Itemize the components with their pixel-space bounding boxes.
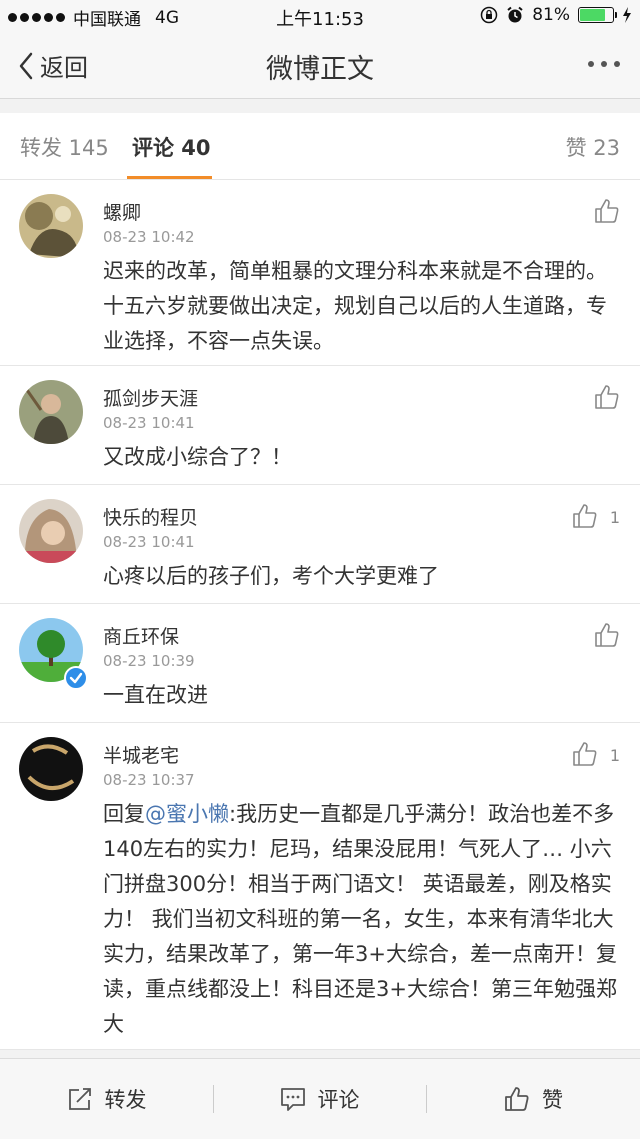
comment-time: 08-23 10:39 [103, 652, 195, 670]
tab-active-indicator [127, 176, 212, 179]
repost-button[interactable]: 转发 [0, 1059, 213, 1139]
avatar-image [19, 737, 83, 801]
comment-text: 迟来的改革，简单粗暴的文理分科本来就是不合理的。十五六岁就要做出决定，规划自己以… [103, 259, 607, 353]
comment-text: 又改成小综合了？！ [103, 445, 292, 469]
comment-author[interactable]: 螺卿 [103, 198, 141, 225]
comment-text: 一直在改进 [103, 683, 208, 707]
thumbs-up-icon[interactable] [594, 384, 620, 410]
tab-comment[interactable]: 评论 40 [132, 132, 211, 162]
comment-button[interactable]: 评论 [213, 1059, 426, 1139]
comment-item: 商丘环保 08-23 10:39 一直在改进 [0, 604, 640, 723]
avatar-image [19, 194, 83, 258]
comment-icon [280, 1088, 305, 1111]
comment-item: 螺卿 08-23 10:42 迟来的改革，简单粗暴的文理分科本来就是不合理的。十… [0, 180, 640, 366]
reply-prefix: 回复 [103, 802, 145, 826]
comment-item: 快乐的程贝 08-23 10:41 心疼以后的孩子们，考个大学更难了 1 [0, 485, 640, 604]
thumbs-up-icon [505, 1087, 529, 1111]
comment-time: 08-23 10:41 [103, 414, 195, 432]
like-label: 赞 [542, 1088, 563, 1112]
comment-time: 08-23 10:37 [103, 771, 195, 789]
reply-body: :我历史一直都是几乎满分！政治也差不多140左右的实力！尼玛，结果没屁用！气死人… [103, 802, 617, 1036]
repost-label: 转发 [104, 1088, 147, 1112]
nav-bar: 返回 微博正文 [0, 32, 640, 99]
page-title: 微博正文 [266, 54, 374, 85]
comment-author[interactable]: 孤剑步天涯 [103, 384, 198, 411]
tab-like[interactable]: 赞 23 [566, 132, 620, 162]
section-gap [0, 99, 640, 113]
battery-icon [578, 7, 617, 23]
tab-repost[interactable]: 转发 145 [20, 132, 109, 162]
thumbs-up-icon[interactable] [594, 198, 620, 224]
battery-percent: 81% [532, 5, 570, 25]
avatar[interactable] [19, 380, 83, 444]
comment-text: 回复@蜜小懒:我历史一直都是几乎满分！政治也差不多140左右的实力！尼玛，结果没… [103, 797, 618, 1042]
more-dots-icon[interactable] [588, 61, 620, 67]
mention-link[interactable]: @蜜小懒 [145, 802, 229, 826]
like-count: 1 [609, 508, 620, 527]
comment-time: 08-23 10:42 [103, 228, 195, 246]
rotation-lock-icon [480, 6, 498, 24]
charging-icon [623, 7, 631, 23]
comment-author[interactable]: 商丘环保 [103, 622, 179, 649]
avatar[interactable] [19, 737, 83, 801]
avatar[interactable] [19, 194, 83, 258]
tab-bar: 转发 145 评论 40 赞 23 [0, 113, 640, 180]
comment-author[interactable]: 快乐的程贝 [103, 503, 198, 530]
avatar-image [19, 380, 83, 444]
alarm-icon [507, 6, 523, 23]
like-button[interactable]: 赞 [427, 1059, 640, 1139]
comment-author[interactable]: 半城老宅 [103, 741, 179, 768]
like-count: 1 [609, 746, 620, 765]
thumbs-up-icon[interactable] [572, 503, 598, 529]
avatar-image [19, 499, 83, 563]
bottom-toolbar: 转发 评论 赞 [0, 1058, 640, 1139]
status-right: 81% [480, 5, 632, 25]
comment-label: 评论 [317, 1088, 360, 1112]
thumbs-up-icon[interactable] [572, 741, 598, 767]
status-bar: 中国联通 4G 上午11:53 81% [0, 0, 640, 32]
comment-item: 半城老宅 08-23 10:37 回复@蜜小懒:我历史一直都是几乎满分！政治也差… [0, 723, 640, 1050]
verified-badge-icon [64, 666, 88, 690]
section-gap [0, 1050, 640, 1058]
thumbs-up-icon[interactable] [594, 622, 620, 648]
avatar[interactable] [19, 499, 83, 563]
battery-fill [580, 9, 606, 21]
comment-time: 08-23 10:41 [103, 533, 195, 551]
comment-item: 孤剑步天涯 08-23 10:41 又改成小综合了？！ [0, 366, 640, 485]
share-icon [68, 1088, 91, 1110]
comment-text: 心疼以后的孩子们，考个大学更难了 [103, 564, 439, 588]
